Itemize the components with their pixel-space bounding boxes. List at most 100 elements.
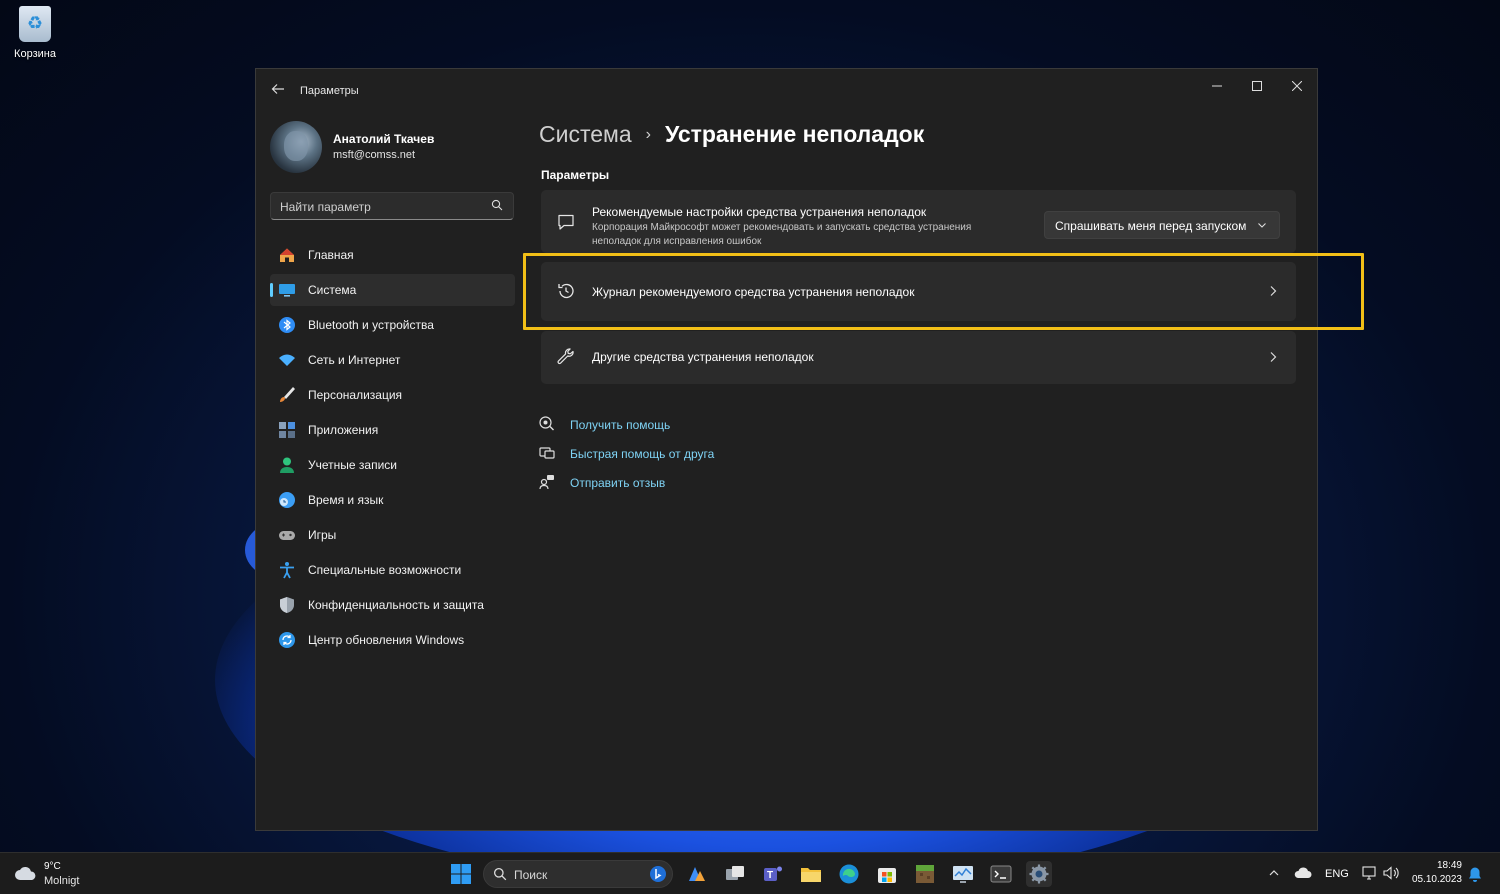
sidebar-item-gaming[interactable]: Игры [270,519,515,551]
network-icon[interactable] [1362,865,1378,881]
gear-icon [1029,864,1049,884]
sidebar-item-label: Игры [308,528,337,542]
search-placeholder: Найти параметр [280,200,371,214]
notification-bell-icon[interactable] [1468,866,1482,882]
sidebar-item-label: Время и язык [308,493,384,507]
window-title: Параметры [300,85,359,97]
breadcrumb-separator: › [645,126,651,143]
store-icon [878,868,896,883]
dropdown-selected-value: Спрашивать меня перед запуском [1055,219,1247,233]
shield-icon [280,597,294,613]
sidebar-item-label: Сеть и Интернет [308,353,401,367]
sidebar-item-label: Конфиденциальность и защита [308,598,484,612]
system-icon [279,284,295,297]
page-title: Устранение неполадок [664,121,925,147]
sidebar-item-time-language[interactable]: Время и язык [270,484,515,516]
taskbar: 9°C Molnigt Поиск T ENG 18:49 05.10.2023 [0,852,1500,894]
sidebar-nav: Главная Система Bluetooth и устройства С… [270,239,515,659]
app-icon [689,867,705,881]
taskbar-app-widgets[interactable] [684,861,710,887]
chat-bubble-icon [558,214,574,230]
recommended-settings-dropdown[interactable]: Спрашивать меня перед запуском [1044,211,1280,239]
taskbar-app-terminal[interactable] [988,861,1014,887]
sidebar-item-label: Персонализация [308,388,403,402]
windows-logo-icon [451,864,471,884]
other-troubleshooters-card[interactable]: Другие средства устранения неполадок [541,331,1296,384]
taskbar-app-task-view[interactable] [722,861,748,887]
sidebar-item-label: Система [308,283,357,297]
taskbar-search[interactable]: Поиск [483,860,673,888]
feedback-icon [539,475,554,490]
performance-monitor-icon [953,866,973,883]
quick-assist-icon [539,447,555,459]
close-button[interactable] [1277,73,1317,101]
clock-date: 05.10.2023 [1411,874,1462,885]
sidebar-item-privacy[interactable]: Конфиденциальность и защита [270,589,515,621]
settings-window: Параметры Анатолий Ткачев msft@comss.net… [255,68,1318,831]
minimize-icon [1212,85,1222,87]
update-icon [279,632,295,648]
svg-text:T: T [767,870,773,881]
sidebar-item-network[interactable]: Сеть и Интернет [270,344,515,376]
settings-search-input[interactable]: Найти параметр [270,192,514,220]
breadcrumb-parent[interactable]: Система [539,121,632,147]
apps-icon [279,422,295,438]
sidebar-item-windows-update[interactable]: Центр обновления Windows [270,624,515,656]
recommended-settings-card: Рекомендуемые настройки средства устране… [541,190,1296,253]
clock[interactable]: 18:49 05.10.2023 [1408,858,1464,888]
globe-clock-icon [279,492,295,508]
maximize-icon [1252,81,1262,91]
sidebar-item-label: Приложения [308,423,379,437]
folder-icon [801,868,821,882]
weather-temperature: 9°C [44,861,61,872]
back-arrow-icon [271,84,284,94]
section-title: Параметры [541,168,610,182]
recycle-bin-shortcut[interactable]: Корзина [8,6,62,60]
taskbar-app-settings[interactable] [1026,861,1052,887]
sidebar-item-label: Центр обновления Windows [308,633,465,647]
link-label: Отправить отзыв [570,476,666,490]
chevron-down-icon [1258,223,1266,228]
volume-icon[interactable] [1382,865,1400,881]
sidebar-item-personalization[interactable]: Персонализация [270,379,515,411]
sidebar-item-bluetooth[interactable]: Bluetooth и устройства [270,309,515,341]
profile-email: msft@comss.net [333,149,416,161]
taskbar-app-minecraft[interactable] [912,861,938,887]
start-button[interactable] [448,861,474,887]
user-profile[interactable]: Анатолий Ткачев msft@comss.net [270,121,510,175]
taskbar-app-explorer[interactable] [798,861,824,887]
taskbar-search-label: Поиск [514,868,548,882]
sidebar-item-label: Главная [308,248,354,262]
recycle-bin-label: Корзина [14,48,56,60]
task-view-icon [726,866,744,880]
brush-icon [280,387,295,402]
language-indicator[interactable]: ENG [1325,868,1349,880]
taskbar-app-monitor[interactable] [950,861,976,887]
sidebar-item-apps[interactable]: Приложения [270,414,515,446]
clock-time: 18:49 [1436,860,1462,871]
sidebar-item-system[interactable]: Система [270,274,515,306]
back-button[interactable] [268,79,288,99]
sidebar-item-home[interactable]: Главная [270,239,515,271]
taskbar-app-edge[interactable] [836,861,862,887]
help-icon [539,416,554,431]
sidebar-item-accessibility[interactable]: Специальные возможности [270,554,515,586]
bluetooth-icon [279,317,295,333]
terminal-icon [990,865,1012,883]
chevron-up-icon[interactable] [1268,867,1280,879]
recommended-settings-title: Рекомендуемые настройки средства устране… [592,205,927,219]
bing-icon [650,866,666,882]
chevron-right-icon [1270,352,1277,362]
maximize-button[interactable] [1237,73,1277,101]
taskbar-app-store[interactable] [874,861,900,887]
accounts-icon [280,457,294,473]
minimize-button[interactable] [1197,73,1237,101]
onedrive-icon[interactable] [1294,866,1312,880]
taskbar-app-teams[interactable]: T [760,861,786,887]
wifi-icon [279,354,295,366]
breadcrumb: Система › Устранение неполадок [539,121,924,155]
search-icon [493,867,507,881]
sidebar-item-accounts[interactable]: Учетные записи [270,449,515,481]
title-bar: Параметры [256,69,1317,113]
edge-icon [839,864,859,884]
